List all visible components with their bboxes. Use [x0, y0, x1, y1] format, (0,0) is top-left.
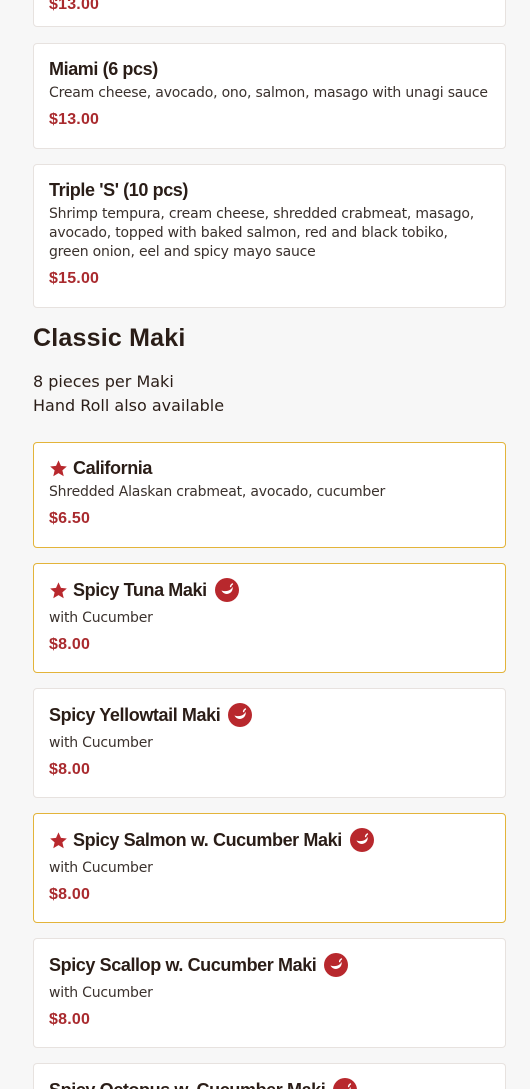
chili-pepper-icon: [228, 703, 253, 727]
star-icon: [50, 459, 67, 476]
menu-item-card[interactable]: $13.00: [33, 0, 506, 27]
item-price: $13.00: [49, 111, 100, 128]
item-name: Spicy Tuna Maki: [73, 580, 207, 600]
item-title: Spicy Salmon w. Cucumber Maki: [49, 828, 490, 852]
item-title: Miami (6 pcs): [49, 58, 490, 80]
item-price: $8.00: [49, 761, 91, 778]
menu-item-card[interactable]: Spicy Scallop w. Cucumber Maki with Cucu…: [33, 938, 506, 1048]
menu-item-card[interactable]: California Shredded Alaskan crabmeat, av…: [33, 442, 506, 548]
menu-page: $13.00 Miami (6 pcs) Cream cheese, avoca…: [0, 0, 530, 1089]
item-title: Spicy Yellowtail Maki: [49, 703, 490, 727]
item-price: $13.00: [49, 0, 100, 13]
item-description: with Cucumber: [49, 985, 153, 1001]
item-description: Shrimp tempura, cream cheese, shredded c…: [49, 206, 475, 260]
item-description: with Cucumber: [49, 860, 153, 876]
item-name: Miami (6 pcs): [49, 59, 158, 79]
section-title: Classic Maki: [33, 324, 186, 352]
item-description: Shredded Alaskan crabmeat, avocado, cucu…: [49, 484, 386, 500]
menu-item-card[interactable]: Triple 'S' (10 pcs) Shrimp tempura, crea…: [33, 164, 506, 308]
menu-item-card[interactable]: Spicy Salmon w. Cucumber Maki with Cucum…: [33, 813, 506, 923]
item-price: $8.00: [49, 886, 91, 903]
item-name: Triple 'S' (10 pcs): [49, 180, 189, 200]
star-icon: [50, 581, 67, 598]
item-price: $6.50: [49, 510, 91, 527]
item-price: $15.00: [49, 270, 100, 287]
menu-item-card[interactable]: Spicy Yellowtail Maki with Cucumber $8.0…: [33, 688, 506, 798]
item-name: Spicy Octopus w. Cucumber Maki: [49, 1079, 326, 1089]
item-name: Spicy Scallop w. Cucumber Maki: [49, 955, 317, 975]
chili-pepper-icon: [333, 1078, 358, 1089]
item-description: with Cucumber: [49, 610, 153, 626]
menu-item-card[interactable]: Miami (6 pcs) Cream cheese, avocado, ono…: [33, 43, 506, 149]
menu-item-card[interactable]: Spicy Tuna Maki with Cucumber $8.00: [33, 563, 506, 673]
item-title: Spicy Octopus w. Cucumber Maki: [49, 1078, 490, 1089]
item-title: Spicy Tuna Maki: [49, 578, 490, 602]
chili-pepper-icon: [349, 828, 374, 852]
item-name: Spicy Salmon w. Cucumber Maki: [73, 830, 342, 850]
item-description: Cream cheese, avocado, ono, salmon, masa…: [49, 85, 488, 101]
section-note: 8 pieces per Maki: [33, 372, 174, 391]
chili-pepper-icon: [214, 578, 239, 602]
item-price: $8.00: [49, 636, 91, 653]
chili-pepper-icon: [324, 953, 349, 977]
item-title: Spicy Scallop w. Cucumber Maki: [49, 953, 490, 977]
item-name: Spicy Yellowtail Maki: [49, 705, 221, 725]
item-title: California: [49, 457, 490, 479]
item-name: California: [73, 458, 153, 478]
star-icon: [50, 831, 67, 848]
menu-item-card[interactable]: Spicy Octopus w. Cucumber Maki: [33, 1063, 506, 1089]
section-note: Hand Roll also available: [33, 396, 225, 415]
item-description: with Cucumber: [49, 735, 153, 751]
item-title: Triple 'S' (10 pcs): [49, 179, 490, 201]
item-price: $8.00: [49, 1011, 91, 1028]
